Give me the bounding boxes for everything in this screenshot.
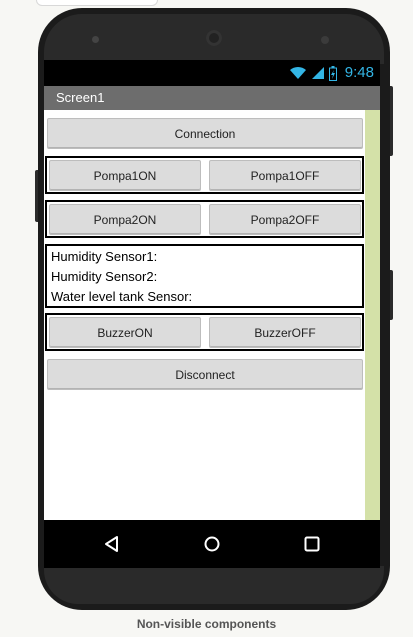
title-bar: Screen1: [44, 86, 380, 110]
water-level-sensor-label: Water level tank Sensor:: [51, 289, 193, 304]
buzzer-off-button[interactable]: BuzzerOFF: [209, 317, 361, 348]
sensor-dot-icon: [321, 36, 329, 44]
top-tab: [36, 0, 158, 6]
wifi-icon: [289, 66, 306, 79]
battery-icon: [328, 65, 337, 81]
humidity-sensor2-label: Humidity Sensor2:: [51, 269, 158, 284]
pompa2-arrangement: Pompa2ON Pompa2OFF: [45, 200, 364, 238]
pompa1-on-button[interactable]: Pompa1ON: [49, 160, 201, 191]
pompa1-off-button[interactable]: Pompa1OFF: [209, 160, 361, 191]
home-icon: [204, 536, 220, 552]
screen-scrollbar[interactable]: [365, 110, 380, 520]
buzzer-arrangement: BuzzerON BuzzerOFF: [45, 313, 364, 351]
disconnect-button[interactable]: Disconnect: [47, 359, 363, 390]
status-time: 9:48: [344, 64, 374, 81]
status-bar: 9:48: [44, 60, 380, 86]
pompa1-arrangement: Pompa1ON Pompa1OFF: [45, 156, 364, 194]
phone-bottom-bezel: [44, 566, 384, 604]
app-screen: Connection Pompa1ON Pompa1OFF Pompa2ON P…: [44, 110, 365, 520]
back-button[interactable]: [100, 532, 124, 556]
status-icons: 9:48: [289, 64, 374, 82]
back-icon: [105, 536, 118, 552]
camera-icon: [92, 36, 99, 43]
earpiece-icon: [206, 30, 222, 46]
signal-icon: [311, 67, 324, 79]
pompa2-on-button[interactable]: Pompa2ON: [49, 204, 201, 235]
sensor-arrangement: Humidity Sensor1: Humidity Sensor2: Wate…: [45, 244, 364, 308]
humidity-sensor1-label: Humidity Sensor1:: [51, 249, 158, 264]
recents-button[interactable]: [300, 532, 324, 556]
non-visible-components-label: Non-visible components: [136, 617, 277, 631]
buzzer-on-button[interactable]: BuzzerON: [49, 317, 201, 348]
screen-title: Screen1: [56, 90, 105, 105]
connection-button[interactable]: Connection: [47, 118, 363, 149]
recents-icon: [304, 536, 320, 552]
home-button[interactable]: [200, 532, 224, 556]
pompa2-off-button[interactable]: Pompa2OFF: [209, 204, 361, 235]
designer-viewer: 9:48 Screen1 Connection Pompa1ON Pompa1O…: [0, 0, 413, 637]
navigation-bar: [44, 520, 380, 568]
